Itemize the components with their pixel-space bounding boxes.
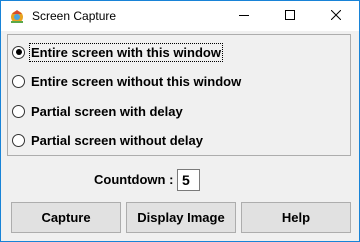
help-button[interactable]: Help [241,202,351,233]
window-title: Screen Capture [32,9,117,23]
option-label: Partial screen without delay [31,132,203,148]
radio-button[interactable] [12,133,25,147]
option-label: Partial screen with delay [31,103,183,119]
camera-icon [9,8,25,24]
title-bar: Screen Capture [1,1,359,31]
radio-button[interactable] [12,45,25,59]
maximize-icon [285,7,295,25]
screen-capture-window: Screen Capture Entire screen with this w… [0,0,360,242]
countdown-input[interactable] [177,169,200,191]
minimize-icon [239,7,249,25]
radio-button[interactable] [12,104,25,118]
close-icon [330,7,342,25]
radio-button[interactable] [12,74,25,88]
option-label: Entire screen with this window [29,42,223,62]
capture-mode-group: Entire screen with this window Entire sc… [7,34,351,156]
capture-button[interactable]: Capture [11,202,121,233]
option-entire-without-window[interactable]: Entire screen without this window [12,70,243,92]
display-image-button[interactable]: Display Image [126,202,236,233]
option-label: Entire screen without this window [31,73,242,89]
close-button[interactable] [313,1,359,31]
option-partial-with-delay[interactable]: Partial screen with delay [12,100,185,122]
maximize-button[interactable] [267,1,313,31]
countdown-label: Countdown : [94,172,174,187]
minimize-button[interactable] [221,1,267,31]
option-partial-without-delay[interactable]: Partial screen without delay [12,129,205,151]
option-entire-with-window[interactable]: Entire screen with this window [12,41,223,63]
